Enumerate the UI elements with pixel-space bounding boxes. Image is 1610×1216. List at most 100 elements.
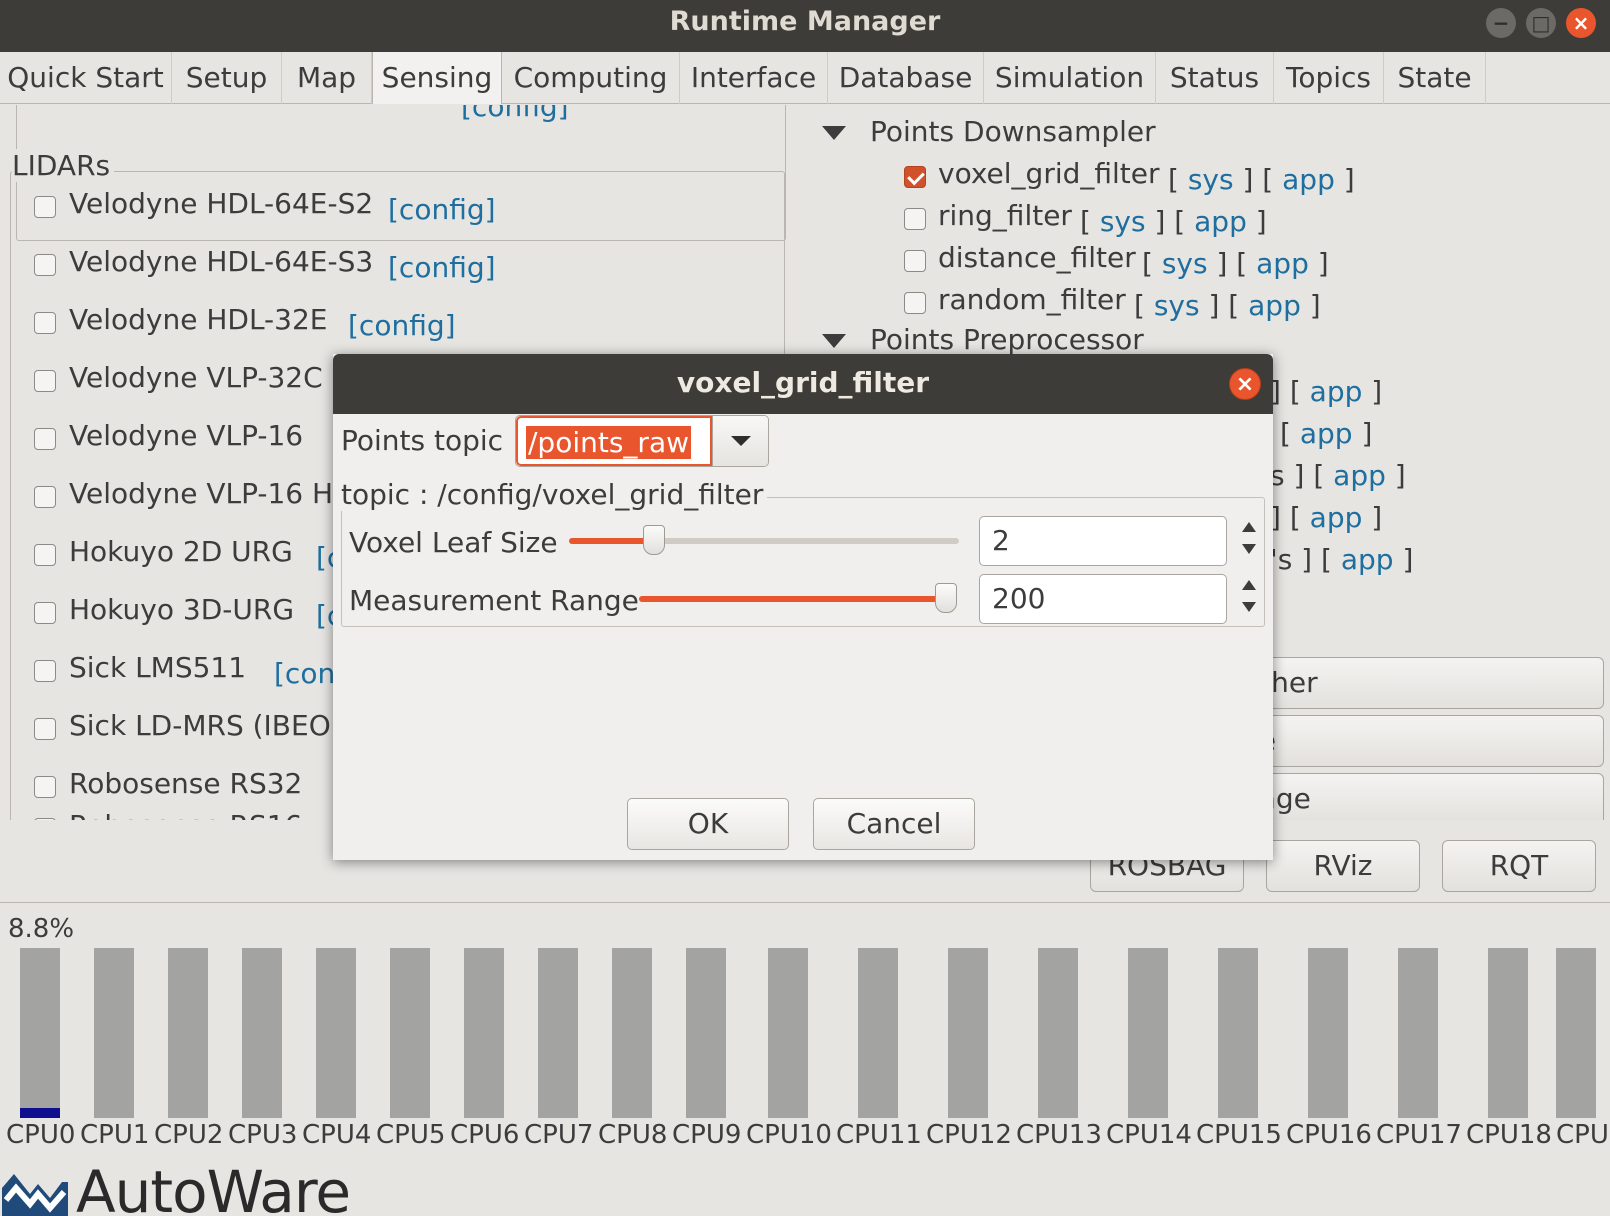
filter-item: voxel_grid_filter [ sys ] [ app ] bbox=[904, 157, 1604, 197]
cpu-bar bbox=[1218, 948, 1258, 1118]
tab-interface[interactable]: Interface bbox=[680, 52, 828, 104]
lidar-checkbox[interactable] bbox=[34, 370, 56, 392]
slider-knob[interactable] bbox=[643, 525, 665, 555]
cpu-bar bbox=[1488, 948, 1528, 1118]
lidar-checkbox[interactable] bbox=[34, 254, 56, 276]
lidar-config-link[interactable]: [con bbox=[274, 657, 335, 690]
spin-up-icon[interactable] bbox=[1242, 580, 1256, 590]
app-link[interactable]: app bbox=[1300, 417, 1353, 450]
tab-database[interactable]: Database bbox=[828, 52, 984, 104]
cpu-bar bbox=[94, 948, 134, 1118]
points-topic-input[interactable]: /points_raw bbox=[516, 416, 712, 466]
sys-link[interactable]: sys bbox=[1154, 289, 1200, 322]
minimize-icon[interactable]: − bbox=[1486, 8, 1516, 38]
voxel-leaf-size-label: Voxel Leaf Size bbox=[349, 526, 558, 559]
ok-button[interactable]: OK bbox=[627, 798, 789, 850]
lidar-checkbox[interactable] bbox=[34, 544, 56, 566]
cpu-bar bbox=[768, 948, 808, 1118]
app-link[interactable]: app bbox=[1341, 543, 1394, 576]
image-button[interactable]: nage bbox=[1230, 773, 1604, 820]
maximize-icon[interactable]: □ bbox=[1526, 8, 1556, 38]
generic-button[interactable]: ge bbox=[1230, 715, 1604, 767]
app-link[interactable]: app bbox=[1333, 459, 1386, 492]
dropdown-arrow-icon[interactable] bbox=[712, 416, 768, 466]
points-topic-label: Points topic bbox=[341, 424, 504, 457]
lidar-checkbox[interactable] bbox=[34, 660, 56, 682]
tab-map[interactable]: Map bbox=[282, 52, 372, 104]
lidar-checkbox[interactable] bbox=[34, 196, 56, 218]
lidar-checkbox[interactable] bbox=[34, 818, 56, 820]
expand-triangle-icon[interactable] bbox=[822, 126, 846, 140]
tab-status[interactable]: Status bbox=[1156, 52, 1274, 104]
downsampler-group[interactable]: Points Downsampler bbox=[822, 115, 1156, 148]
spin-down-icon[interactable] bbox=[1242, 544, 1256, 554]
cpu-label: CPU4 bbox=[302, 1120, 372, 1144]
filter-checkbox[interactable] bbox=[904, 250, 926, 272]
cancel-button[interactable]: Cancel bbox=[813, 798, 975, 850]
lidar-label: Robosense RS32 bbox=[69, 767, 303, 800]
sys-link[interactable]: sys bbox=[1162, 247, 1208, 280]
filter-item: random_filter [ sys ] [ app ] bbox=[904, 283, 1604, 323]
app-link[interactable]: app bbox=[1248, 289, 1301, 322]
config-link[interactable]: [config] bbox=[461, 105, 569, 123]
lidar-checkbox[interactable] bbox=[34, 718, 56, 740]
slider-fill bbox=[569, 538, 654, 544]
tab-state[interactable]: State bbox=[1384, 52, 1486, 104]
cpu-bar bbox=[1038, 948, 1078, 1118]
cpu-bar bbox=[1556, 948, 1596, 1118]
spin-down-icon[interactable] bbox=[1242, 602, 1256, 612]
lidar-checkbox[interactable] bbox=[34, 486, 56, 508]
publisher-button[interactable]: lisher bbox=[1230, 657, 1604, 709]
measurement-range-input[interactable]: 200 bbox=[979, 574, 1227, 624]
sys-link[interactable]: sys bbox=[1100, 205, 1146, 238]
tab-computing[interactable]: Computing bbox=[502, 52, 680, 104]
sys-link[interactable]: sys bbox=[1188, 163, 1234, 196]
app-link[interactable]: app bbox=[1256, 247, 1309, 280]
points-topic-combobox[interactable]: /points_raw bbox=[515, 415, 769, 467]
cpu-label: CPU15 bbox=[1196, 1120, 1282, 1144]
app-link[interactable]: app bbox=[1194, 205, 1247, 238]
voxel-leaf-size-slider[interactable] bbox=[569, 525, 959, 555]
slider-knob[interactable] bbox=[935, 583, 957, 613]
lidar-label: Velodyne HDL-64E-S2 bbox=[69, 187, 374, 220]
rviz-button[interactable]: RViz bbox=[1266, 840, 1420, 892]
lidar-checkbox[interactable] bbox=[34, 312, 56, 334]
app-link[interactable]: app bbox=[1310, 375, 1363, 408]
tab-simulation[interactable]: Simulation bbox=[984, 52, 1156, 104]
voxel-leaf-size-input[interactable]: 2 bbox=[979, 516, 1227, 566]
lidar-config-link[interactable]: [config] bbox=[388, 193, 496, 226]
cpu-bar bbox=[242, 948, 282, 1118]
expand-triangle-icon[interactable] bbox=[822, 334, 846, 348]
close-window-icon[interactable]: × bbox=[1566, 8, 1596, 38]
lidar-checkbox[interactable] bbox=[34, 776, 56, 798]
app-link[interactable]: app bbox=[1282, 163, 1335, 196]
rqt-button[interactable]: RQT bbox=[1442, 840, 1596, 892]
main-tab-bar: Quick Start Setup Map Sensing Computing … bbox=[0, 52, 1610, 104]
cpu-label: CPU12 bbox=[926, 1120, 1012, 1144]
lidar-label: Hokuyo 3D-URG bbox=[69, 593, 295, 626]
preprocessor-group[interactable]: Points Preprocessor bbox=[822, 323, 1144, 356]
cpu-bar bbox=[1398, 948, 1438, 1118]
app-link[interactable]: app bbox=[1310, 501, 1363, 534]
tab-quick-start[interactable]: Quick Start bbox=[0, 52, 172, 104]
filter-checkbox[interactable] bbox=[904, 292, 926, 314]
lidar-config-link[interactable]: [config] bbox=[348, 309, 456, 342]
tab-setup[interactable]: Setup bbox=[172, 52, 282, 104]
filter-checkbox[interactable] bbox=[904, 208, 926, 230]
row-prefix: 's ] bbox=[1270, 543, 1313, 576]
spin-up-icon[interactable] bbox=[1242, 522, 1256, 532]
measurement-range-slider[interactable] bbox=[639, 583, 957, 613]
lidar-config-link[interactable]: [config] bbox=[388, 251, 496, 284]
filter-checkbox[interactable] bbox=[904, 166, 926, 188]
config-frame-label: topic : /config/voxel_grid_filter bbox=[341, 478, 768, 511]
autoware-logo: AutoWare bbox=[0, 1160, 360, 1216]
preprocessor-row: [ app ] bbox=[1280, 417, 1373, 450]
tab-sensing[interactable]: Sensing bbox=[372, 52, 502, 104]
cpu-bar-fill bbox=[20, 1107, 60, 1118]
lidar-checkbox[interactable] bbox=[34, 602, 56, 624]
tab-topics[interactable]: Topics bbox=[1274, 52, 1384, 104]
lidar-checkbox[interactable] bbox=[34, 428, 56, 450]
dialog-close-icon[interactable]: × bbox=[1229, 368, 1261, 400]
cpu-bar bbox=[538, 948, 578, 1118]
lidar-label: Robosense RS16 bbox=[69, 809, 302, 820]
